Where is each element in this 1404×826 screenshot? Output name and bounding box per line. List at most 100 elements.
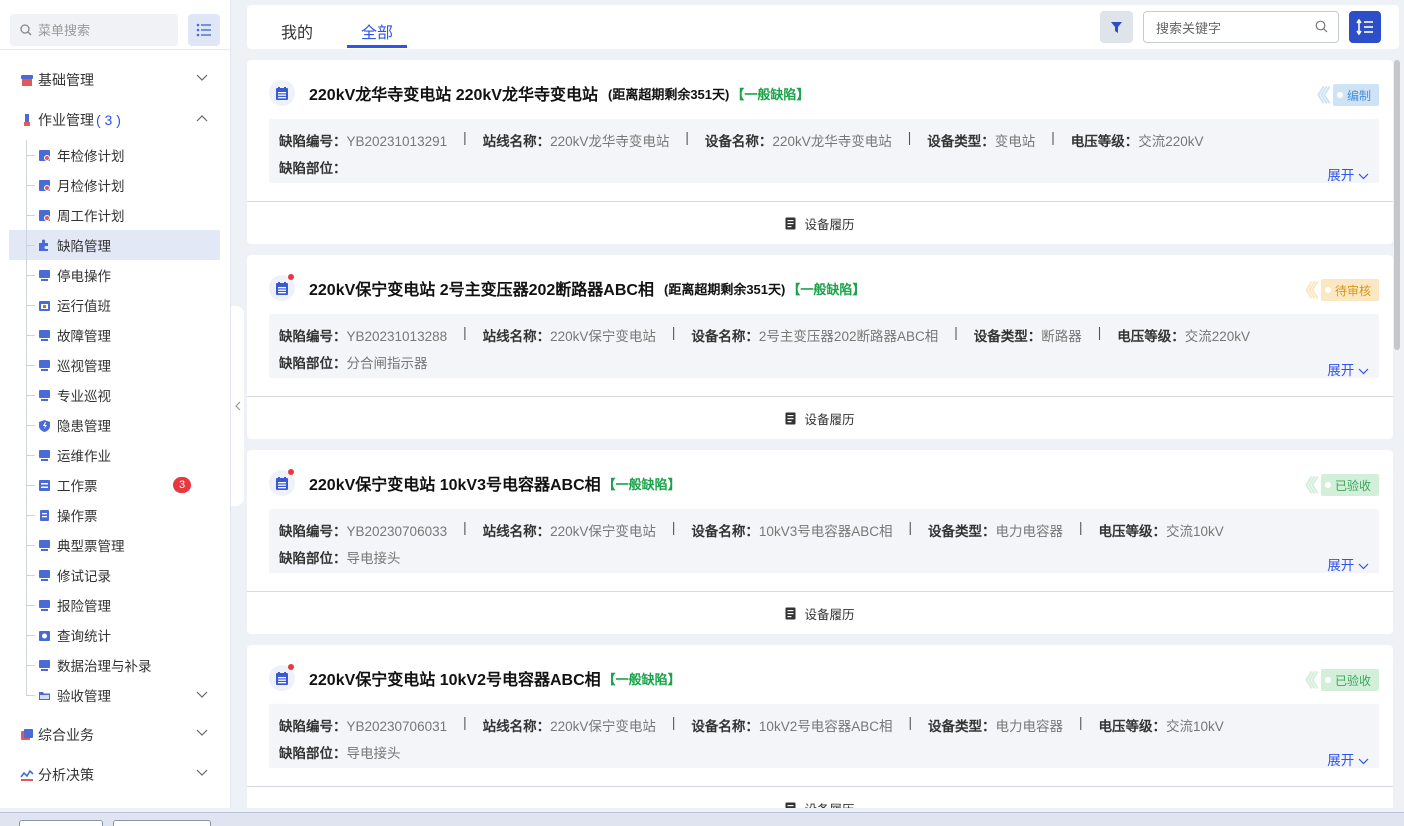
defect-card[interactable]: 220kV保宁变电站 10kV3号电容器ABC相 【一般缺陷】 〈〈〈 已验收 … xyxy=(247,450,1393,634)
menu-layout-toggle-button[interactable] xyxy=(188,13,220,46)
device-history-button[interactable]: 设备履历 xyxy=(247,201,1393,244)
device-history-button[interactable]: 设备履历 xyxy=(247,396,1393,439)
defect-card[interactable]: 220kV保宁变电站 10kV2号电容器ABC相 【一般缺陷】 〈〈〈 已验收 … xyxy=(247,645,1393,808)
device-type-value: 断路器 xyxy=(1041,329,1082,344)
defect-no-value: YB20230706031 xyxy=(346,719,448,734)
defect-card[interactable]: 220kV保宁变电站 2号主变压器202断路器ABC相 (距离超期剩余351天)… xyxy=(247,255,1393,439)
sidebar-item-label: 月检修计划 xyxy=(57,179,125,194)
device-value: 220kV龙华寺变电站 xyxy=(772,134,892,149)
sidebar-item-maintenance[interactable]: 运维作业 xyxy=(0,440,230,470)
device-history-button[interactable]: 设备履历 xyxy=(247,786,1393,808)
separator: | xyxy=(908,520,912,535)
menu-group-work[interactable]: 作业管理 ( 3 ) xyxy=(0,100,230,140)
sidebar-item-work-ticket[interactable]: 工作票 3 xyxy=(0,470,230,500)
defect-part-label: 缺陷部位： xyxy=(279,161,347,176)
sidebar-item-typical-ticket[interactable]: 典型票管理 xyxy=(0,530,230,560)
search-icon xyxy=(20,23,32,35)
status-indicator: 〈〈〈 已验收 xyxy=(1295,472,1379,498)
device-history-button[interactable]: 设备履历 xyxy=(247,591,1393,634)
expand-button[interactable]: 展开 xyxy=(1327,749,1369,769)
card-title: 220kV保宁变电站 2号主变压器202断路器ABC相 xyxy=(309,282,654,299)
sidebar-item-weekly-plan[interactable]: 周工作计划 xyxy=(0,200,230,230)
sidebar-item-label: 操作票 xyxy=(57,509,98,524)
sidebar-item-label: 巡视管理 xyxy=(57,359,111,374)
calendar-search-icon xyxy=(39,630,50,641)
menu-search-placeholder: 菜单搜索 xyxy=(38,23,91,38)
menu-group-basic[interactable]: 基础管理 xyxy=(0,60,230,100)
sidebar-item-outage-operation[interactable]: 停电操作 xyxy=(0,260,230,290)
status-indicator: 〈〈〈 待审核 xyxy=(1295,277,1379,303)
sidebar-item-query-stats[interactable]: 查询统计 xyxy=(0,620,230,650)
defect-no-value: YB20231013291 xyxy=(346,134,448,149)
detail-row: 缺陷编号：YB20230706031 | 站线名称：220kV保宁变电站 | 设… xyxy=(279,715,1224,735)
sidebar-item-label: 缺陷管理 xyxy=(57,239,111,254)
sidebar-item-label: 运行值班 xyxy=(57,299,111,314)
chevron-down-icon xyxy=(196,691,208,698)
card-header: 220kV龙华寺变电站 220kV龙华寺变电站 (距离超期剩余351天) 【一般… xyxy=(269,80,809,106)
detail-row-part: 缺陷部位：分合闸指示器 xyxy=(279,352,428,372)
monitor-icon xyxy=(39,389,50,401)
device-type-value: 变电站 xyxy=(994,134,1036,149)
menu-group-label: 作业管理 xyxy=(38,112,94,128)
sidebar-item-defect-management[interactable]: 缺陷管理 xyxy=(9,230,220,260)
sidebar-item-fault[interactable]: 故障管理 xyxy=(0,320,230,350)
sidebar-item-professional-patrol[interactable]: 专业巡视 xyxy=(0,380,230,410)
defect-doc-icon xyxy=(269,469,295,496)
sidebar-item-risk-report[interactable]: 报险管理 xyxy=(0,590,230,620)
unread-dot xyxy=(288,274,294,280)
overdue-countdown: (距离超期剩余351天) xyxy=(663,281,786,297)
card-title: 220kV龙华寺变电站 220kV龙华寺变电站 xyxy=(309,87,598,104)
sort-button[interactable] xyxy=(1349,11,1381,43)
sidebar-item-patrol[interactable]: 巡视管理 xyxy=(0,350,230,380)
menu-group-integrated[interactable]: 综合业务 xyxy=(0,715,230,755)
sidebar-item-acceptance[interactable]: 验收管理 xyxy=(0,680,230,710)
defect-no-value: YB20230706033 xyxy=(346,524,448,539)
defect-level: 【一般缺陷】 xyxy=(602,671,681,687)
monitor-icon xyxy=(39,329,50,341)
status-badge: 已验收 xyxy=(1320,669,1379,691)
filter-button[interactable] xyxy=(1100,11,1133,43)
sidebar-item-operation-ticket[interactable]: 操作票 xyxy=(0,500,230,530)
sidebar-item-hazard[interactable]: 隐患管理 xyxy=(0,410,230,440)
menu-search-input[interactable]: 菜单搜索 xyxy=(10,13,179,46)
separator: | xyxy=(463,130,467,145)
sidebar-item-annual-plan[interactable]: 年检修计划 xyxy=(0,140,230,170)
tab-all[interactable]: 全部 xyxy=(361,19,393,43)
store-icon xyxy=(21,75,33,86)
sidebar-item-label: 年检修计划 xyxy=(57,149,125,164)
voltage-value: 交流220kV xyxy=(1184,329,1251,344)
defect-part-value: 分合闸指示器 xyxy=(346,356,428,371)
defect-part-label: 缺陷部位： xyxy=(279,551,347,566)
separator: | xyxy=(1078,715,1083,730)
scrollbar[interactable] xyxy=(1394,60,1400,350)
sidebar-item-test-record[interactable]: 修试记录 xyxy=(0,560,230,590)
tab-mine[interactable]: 我的 xyxy=(281,19,313,43)
voltage-label: 电压等级： xyxy=(1070,134,1139,149)
menu-group-analysis[interactable]: 分析决策 xyxy=(0,755,230,795)
bottom-tab-button[interactable] xyxy=(113,820,211,826)
bottom-tab-button[interactable] xyxy=(19,820,103,826)
calendar-icon xyxy=(39,300,50,311)
device-history-label: 设备履历 xyxy=(804,799,854,809)
sidebar-item-duty[interactable]: 运行值班 xyxy=(0,290,230,320)
chevron-down-icon xyxy=(1358,758,1369,765)
sidebar-item-label: 故障管理 xyxy=(57,329,111,344)
separator: | xyxy=(671,520,676,535)
sidebar-item-monthly-plan[interactable]: 月检修计划 xyxy=(0,170,230,200)
ticket-icon xyxy=(39,479,50,491)
shield-icon xyxy=(39,419,50,432)
expand-button[interactable]: 展开 xyxy=(1327,554,1369,574)
expand-button[interactable]: 展开 xyxy=(1327,359,1369,379)
voltage-value: 交流220kV xyxy=(1138,134,1204,149)
search-icon xyxy=(1315,20,1328,33)
expand-button[interactable]: 展开 xyxy=(1327,164,1369,184)
defect-doc-icon xyxy=(269,664,295,691)
card-header: 220kV保宁变电站 10kV2号电容器ABC相 【一般缺陷】 xyxy=(269,664,681,691)
defect-card[interactable]: 220kV龙华寺变电站 220kV龙华寺变电站 (距离超期剩余351天) 【一般… xyxy=(247,60,1393,244)
overdue-countdown: (距离超期剩余351天) xyxy=(607,86,730,102)
station-value: 220kV保宁变电站 xyxy=(550,329,656,344)
sidebar-item-data-governance[interactable]: 数据治理与补录 xyxy=(0,650,230,680)
keyword-search-input[interactable]: 搜索关键字 xyxy=(1143,11,1339,43)
sidebar-collapse-handle[interactable] xyxy=(231,306,244,506)
sidebar-item-label: 报险管理 xyxy=(57,599,111,614)
